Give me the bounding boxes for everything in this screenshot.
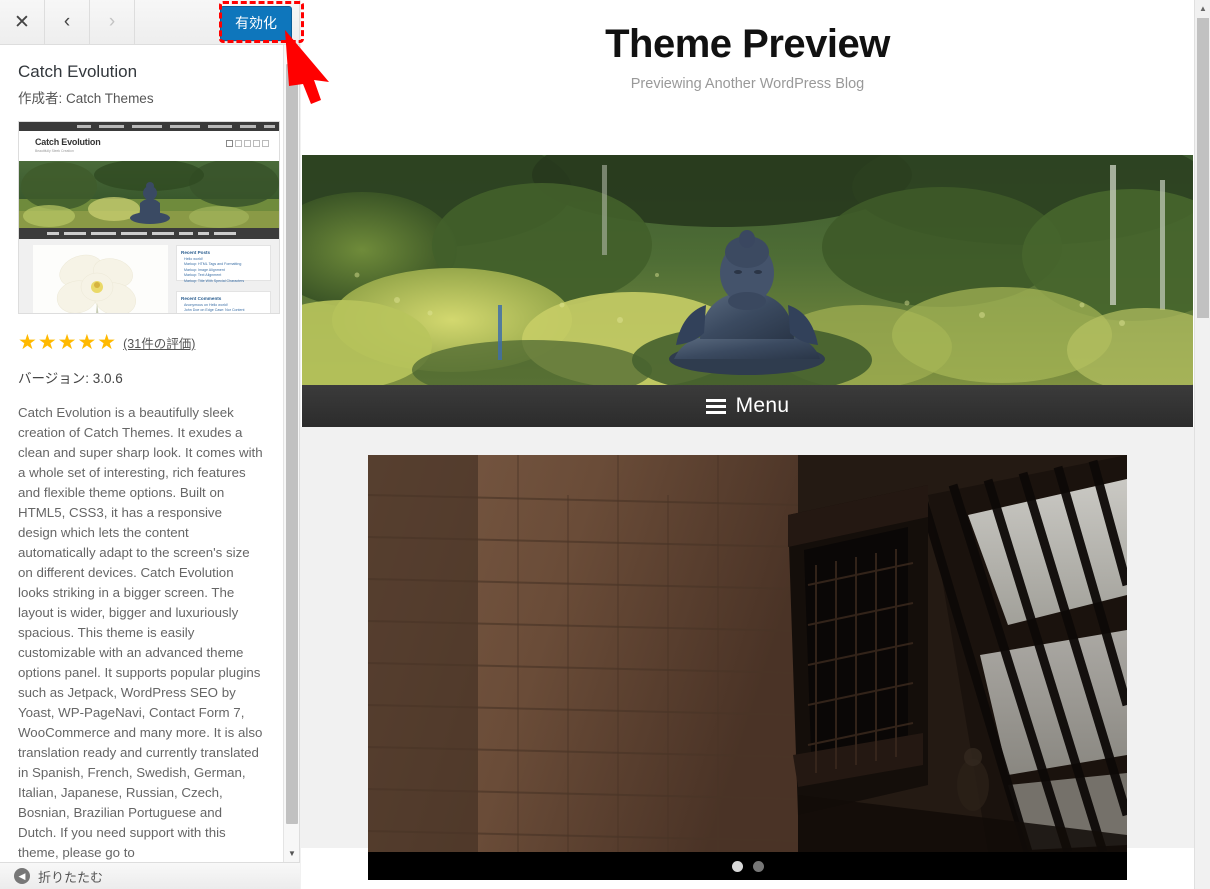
menu-label: Menu [735, 394, 790, 417]
star-rating-icon: ★★★★★ [18, 331, 118, 355]
activate-button-wrapper: 有効化 [220, 6, 292, 41]
screenshot-header: Catch Evolution Beautifully Sleek Creati… [19, 131, 279, 162]
hamburger-icon[interactable] [705, 398, 726, 414]
theme-author-name: Catch Themes [66, 91, 154, 107]
scroll-up-arrow-icon[interactable]: ▲ [284, 45, 300, 62]
screenshot-hero-image [19, 161, 279, 229]
theme-author: 作成者: Catch Themes [18, 87, 266, 107]
site-header: Theme Preview Previewing Another WordPre… [301, 0, 1194, 155]
screenshot-social-icons [226, 140, 269, 148]
screenshot-widget-recent-posts: Recent Posts Hello world! Markup: HTML T… [176, 245, 271, 283]
theme-preview-window: ✕ ‹ › 有効化 Catch Evolution 作成者: Catch The… [0, 0, 1210, 889]
close-icon[interactable]: ✕ [0, 0, 45, 44]
theme-preview-frame: Theme Preview Previewing Another WordPre… [301, 0, 1194, 889]
chevron-left-icon[interactable]: ‹ [45, 0, 90, 44]
screenshot-widget-link: Markup: Image Alignment [184, 267, 225, 272]
collapse-label: 折りたたむ [38, 869, 104, 885]
screenshot-flower-image [33, 245, 168, 314]
screenshot-widget-recent-comments: Recent Comments Anonymous on Hello world… [176, 291, 271, 314]
featured-slider [368, 455, 1127, 880]
screenshot-widget-link: Hello world! [184, 257, 203, 262]
slider-dot[interactable] [731, 860, 743, 872]
screenshot-secondary-nav [19, 228, 279, 240]
site-description: Previewing Another WordPress Blog [630, 76, 865, 92]
page-title: Catch Evolution [18, 62, 138, 81]
screenshot-tagline: Beautifully Sleek Creation [35, 149, 74, 154]
scroll-up-arrow-icon[interactable]: ▲ [1195, 0, 1210, 16]
rating-count-link[interactable]: (31件の評価) [123, 333, 195, 352]
featured-slider-image [368, 455, 1127, 852]
theme-details-sidebar: ✕ ‹ › 有効化 Catch Evolution 作成者: Catch The… [0, 0, 300, 889]
sidebar-scrollbar[interactable]: ▲ ▼ [283, 45, 299, 862]
header-hero-image [302, 155, 1193, 385]
site-content-area [301, 427, 1194, 880]
theme-description: Catch Evolution is a beautifully sleek c… [18, 405, 263, 861]
screenshot-logo: Catch Evolution [35, 137, 101, 148]
window-scrollbar[interactable]: ▲ [1194, 0, 1210, 889]
theme-rating: ★★★★★ (31件の評価) [18, 332, 266, 353]
circle-arrow-left-icon: ◀ [14, 868, 30, 884]
sidebar-toolbar: ✕ ‹ › 有効化 [0, 0, 300, 45]
screenshot-widget-link: Markup: HTML Tags and Formatting [184, 262, 242, 267]
screenshot-content: Recent Posts Hello world! Markup: HTML T… [19, 239, 279, 314]
scroll-down-arrow-icon[interactable]: ▼ [284, 845, 300, 862]
site-menu-bar[interactable]: Menu [302, 385, 1193, 427]
slider-dot[interactable] [752, 860, 764, 872]
theme-author-prefix: 作成者: [18, 91, 63, 107]
site-title: Theme Preview [605, 22, 890, 66]
screenshot-widget-link: John Doe on Edge Case: Nor Content [184, 308, 245, 313]
slider-pagination [368, 852, 1127, 880]
collapse-sidebar-button[interactable]: ◀ 折りたたむ [0, 862, 300, 889]
screenshot-widget-link: Markup: Title With Special Characters [184, 278, 245, 283]
activate-button[interactable]: 有効化 [220, 6, 292, 41]
chevron-right-icon[interactable]: › [90, 0, 135, 44]
screenshot-widget-link: Markup: Text Alignment [184, 273, 222, 278]
window-scrollbar-thumb[interactable] [1197, 18, 1209, 318]
screenshot-widget-link: Anonymous on Hello world! [184, 303, 228, 308]
sidebar-scrollbar-thumb[interactable] [286, 64, 298, 824]
screenshot-widget-title: Recent Comments [181, 296, 222, 302]
screenshot-widget-title: Recent Posts [181, 250, 211, 256]
theme-version: バージョン: 3.0.6 [18, 371, 123, 387]
theme-screenshot-thumbnail[interactable]: Catch Evolution Beautifully Sleek Creati… [18, 121, 280, 315]
screenshot-topnav [19, 122, 279, 132]
sidebar-content: Catch Evolution 作成者: Catch Themes Catch … [0, 45, 284, 862]
